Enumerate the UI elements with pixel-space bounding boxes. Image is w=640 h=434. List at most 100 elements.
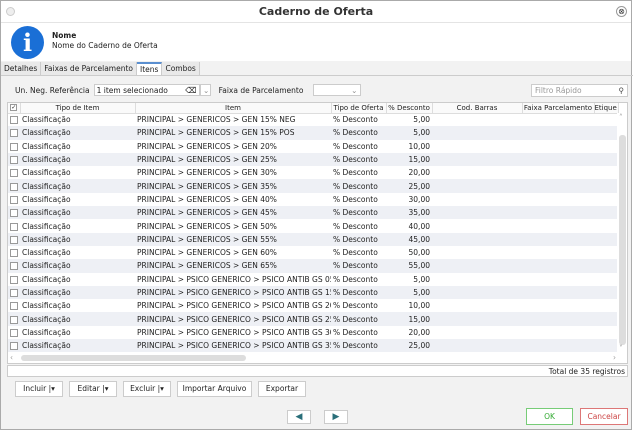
row-checkbox[interactable]: [8, 259, 20, 273]
item-cell: PRINCIPAL > PSICO GENERICO > PSICO ANTIB…: [137, 301, 331, 311]
row-checkbox[interactable]: [8, 140, 20, 153]
importar-arquivo-button[interactable]: Importar Arquivo: [177, 381, 252, 397]
horizontal-scrollbar[interactable]: ‹ ›: [8, 353, 618, 363]
close-icon[interactable]: ⊗: [616, 6, 627, 17]
clear-icon[interactable]: ⌫: [185, 86, 196, 95]
item-cell: PRINCIPAL > GENERICOS > GEN 45%: [135, 206, 331, 220]
desconto-cell: 30,00: [408, 194, 430, 204]
chevron-down-icon[interactable]: ⌄: [199, 84, 211, 96]
row-checkbox[interactable]: [8, 206, 20, 220]
un-neg-select[interactable]: 1 item selecionado ⌫: [93, 84, 200, 96]
table-row[interactable]: Classificação PRINCIPAL > PSICO GENERICO …: [8, 326, 618, 339]
quick-filter-input[interactable]: Filtro Rápido ⚲: [531, 84, 628, 97]
table-row[interactable]: Classificação PRINCIPAL > GENERICOS > GEN…: [8, 179, 618, 193]
table-row[interactable]: Classificação PRINCIPAL > GENERICOS > GEN…: [8, 246, 618, 259]
select-all-checkbox[interactable]: ✓: [8, 103, 21, 114]
row-checkbox[interactable]: [8, 312, 20, 326]
table-row[interactable]: Classificação PRINCIPAL > GENERICOS > GEN…: [8, 140, 618, 153]
desconto-cell: 45,00: [386, 232, 432, 246]
table-row[interactable]: Classificação PRINCIPAL > PSICO GENERICO …: [8, 312, 618, 326]
previous-button[interactable]: ◀: [287, 410, 311, 424]
etiqueta-cell: [594, 259, 618, 273]
table-row[interactable]: Classificação PRINCIPAL > GENERICOS > GEN…: [8, 193, 618, 206]
faixa-cell: [522, 273, 594, 286]
row-checkbox[interactable]: [8, 273, 20, 286]
row-checkbox[interactable]: [8, 219, 20, 232]
ok-button[interactable]: OK: [526, 408, 573, 425]
col-item[interactable]: Item: [135, 103, 332, 114]
tipo-item-cell: Classificação: [22, 327, 71, 337]
row-checkbox[interactable]: [8, 326, 20, 339]
tipo-oferta-cell: % Desconto: [333, 301, 378, 311]
excluir-button[interactable]: Excluir |▾: [123, 381, 171, 397]
row-checkbox[interactable]: [8, 285, 20, 300]
row-checkbox[interactable]: [8, 339, 20, 353]
row-checkbox[interactable]: [8, 179, 20, 193]
incluir-button[interactable]: Incluir |▾: [15, 381, 63, 397]
arrow-left-icon: ◀: [295, 412, 303, 422]
horizontal-scroll-thumb[interactable]: [21, 355, 246, 361]
tipo-item-cell: Classificação: [20, 259, 135, 273]
col-tipo-oferta[interactable]: Tipo de Oferta: [331, 103, 387, 114]
row-checkbox[interactable]: [8, 232, 20, 246]
table-row[interactable]: Classificação PRINCIPAL > GENERICOS > GEN…: [8, 126, 618, 140]
table-row[interactable]: Classificação PRINCIPAL > GENERICOS > GEN…: [8, 219, 618, 232]
etiqueta-cell: [594, 193, 618, 206]
exportar-button[interactable]: Exportar: [258, 381, 306, 397]
scroll-right-icon[interactable]: ›: [613, 353, 616, 362]
dropdown-icon[interactable]: ▾: [105, 384, 109, 393]
scroll-down-icon[interactable]: ˅: [619, 344, 623, 353]
tab-itens[interactable]: Itens: [137, 62, 163, 75]
col-desconto[interactable]: % Desconto: [386, 103, 433, 114]
vertical-scrollbar[interactable]: ˄ ˅: [617, 113, 627, 353]
scroll-up-icon[interactable]: ˄: [619, 113, 623, 122]
tipo-oferta-cell: % Desconto: [331, 152, 386, 167]
col-faixa-parcelamento[interactable]: Faixa Parcelamento: [522, 103, 595, 114]
search-icon[interactable]: ⚲: [619, 85, 625, 96]
row-checkbox[interactable]: [8, 126, 20, 140]
col-tipo-item[interactable]: Tipo de Item: [20, 103, 136, 114]
etiqueta-cell: [594, 206, 618, 220]
faixa-select[interactable]: ⌄: [313, 84, 362, 96]
vertical-scroll-thumb[interactable]: [619, 135, 626, 345]
items-table: ✓ Tipo de Item Item Tipo de Oferta % Des…: [7, 102, 628, 364]
info-icon: i: [11, 26, 44, 59]
cancel-button[interactable]: Cancelar: [580, 408, 628, 425]
row-checkbox[interactable]: [8, 166, 20, 179]
dropdown-icon[interactable]: ▾: [160, 384, 164, 393]
tab-combos[interactable]: Combos: [162, 62, 200, 75]
table-row[interactable]: Classificação PRINCIPAL > GENERICOS > GEN…: [8, 232, 618, 246]
next-button[interactable]: ▶: [324, 410, 348, 424]
row-checkbox[interactable]: [8, 113, 20, 126]
item-cell: PRINCIPAL > PSICO GENERICO > PSICO ANTIB…: [137, 274, 331, 284]
tab-faixas[interactable]: Faixas de Parcelamento: [41, 62, 138, 75]
row-checkbox[interactable]: [8, 246, 20, 259]
faixa-cell: [522, 326, 594, 339]
col-cod-barras[interactable]: Cod. Barras: [432, 103, 523, 114]
etiqueta-cell: [594, 126, 618, 140]
item-cell: PRINCIPAL > GENERICOS > GEN 40%: [137, 194, 277, 204]
desconto-cell: 15,00: [386, 312, 432, 326]
table-row[interactable]: Classificação PRINCIPAL > PSICO GENERICO …: [8, 299, 618, 312]
row-checkbox[interactable]: [8, 299, 20, 312]
etiqueta-cell: [594, 152, 618, 167]
faixa-cell: [522, 246, 594, 259]
table-row[interactable]: Classificação PRINCIPAL > GENERICOS > GEN…: [8, 166, 618, 179]
table-row[interactable]: Classificação PRINCIPAL > PSICO GENERICO …: [8, 285, 618, 300]
tipo-item-cell: Classificação: [22, 141, 71, 151]
dropdown-icon[interactable]: ▾: [51, 384, 55, 393]
editar-button[interactable]: Editar |▾: [69, 381, 117, 397]
table-row[interactable]: Classificação PRINCIPAL > PSICO GENERICO …: [8, 273, 618, 286]
scroll-left-icon[interactable]: ‹: [10, 353, 13, 362]
table-row[interactable]: Classificação PRINCIPAL > GENERICOS > GEN…: [8, 206, 618, 220]
faixa-cell: [522, 193, 594, 206]
tipo-item-cell: Classificação: [20, 206, 135, 220]
table-row[interactable]: Classificação PRINCIPAL > GENERICOS > GEN…: [8, 113, 618, 126]
table-row[interactable]: Classificação PRINCIPAL > PSICO GENERICO …: [8, 339, 618, 353]
col-etiqueta[interactable]: Etique: [594, 103, 619, 114]
table-row[interactable]: Classificação PRINCIPAL > GENERICOS > GEN…: [8, 259, 618, 273]
row-checkbox[interactable]: [8, 193, 20, 206]
row-checkbox[interactable]: [8, 152, 20, 167]
table-row[interactable]: Classificação PRINCIPAL > GENERICOS > GEN…: [8, 152, 618, 167]
tab-detalhes[interactable]: Detalhes: [1, 62, 42, 75]
